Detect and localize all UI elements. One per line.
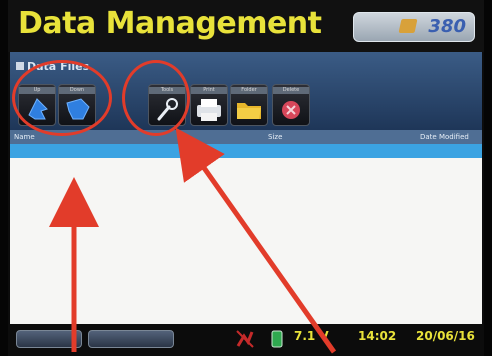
annotation-arrows xyxy=(49,127,337,354)
arrow-diagonal-annotation xyxy=(175,127,337,354)
